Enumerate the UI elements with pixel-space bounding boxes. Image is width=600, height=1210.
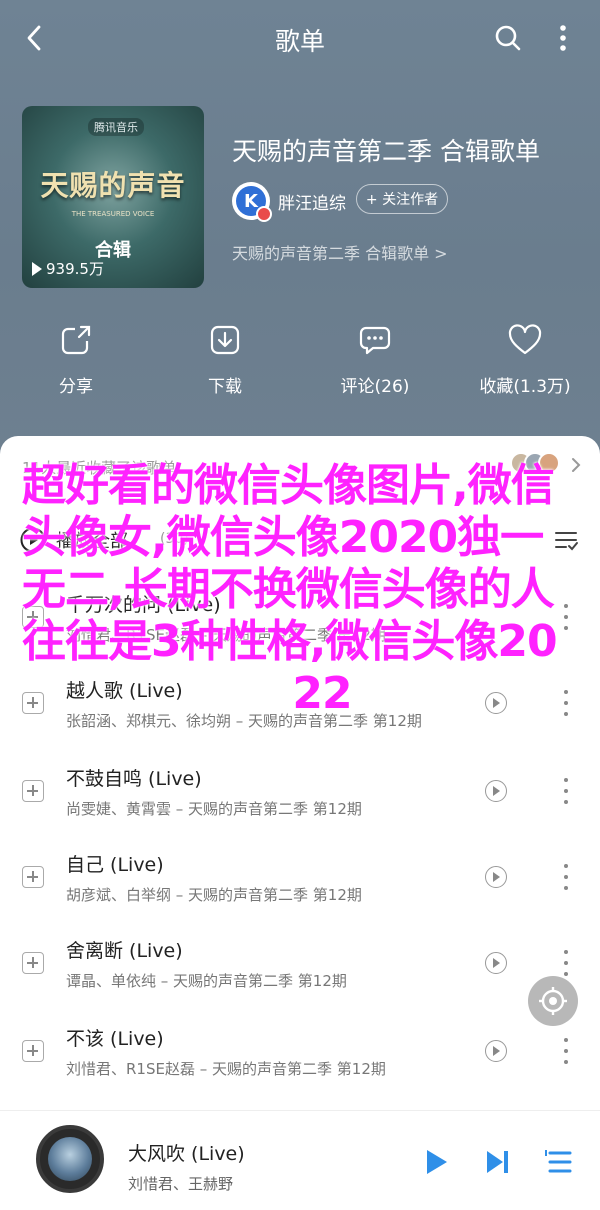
mv-play-icon[interactable] [485, 1040, 507, 1062]
playlist-queue-icon[interactable] [544, 1147, 574, 1177]
download-icon [205, 320, 245, 360]
next-track-icon[interactable] [482, 1147, 512, 1177]
heart-icon [505, 320, 545, 360]
add-to-playlist-icon[interactable] [22, 866, 44, 888]
overlay-text: 超好看的微信头像图片,微信头像女,微信头像2020独一无二,长期不换微信头像的人… [22, 460, 558, 667]
add-to-playlist-icon[interactable] [22, 952, 44, 974]
target-icon [539, 987, 567, 1015]
list-item[interactable]: 不该 (Live) 刘惜君、R1SE赵磊 – 天赐的声音第二季 第12期 [0, 1010, 600, 1096]
comment-label: 评论(26) [340, 377, 410, 397]
author-avatar[interactable]: K [232, 182, 272, 222]
song-title: 自己 (Live) [66, 854, 164, 876]
mv-play-icon[interactable] [485, 952, 507, 974]
more-options-icon[interactable] [562, 864, 570, 890]
search-button[interactable] [490, 20, 526, 56]
top-bar: 歌单 [0, 0, 600, 80]
watermark-overlay-text: 超好看的微信头像图片,微信头像女,微信头像2020独一无二,长期不换微信头像的人… [22, 460, 582, 720]
locate-current-song-button[interactable] [528, 976, 578, 1026]
now-playing-title: 大风吹 (Live) [128, 1143, 245, 1165]
follow-author-button[interactable]: + 关注作者 [356, 184, 448, 214]
play-count-icon [32, 261, 42, 276]
song-title: 不鼓自鸣 (Live) [66, 768, 202, 790]
playlist-description[interactable]: 天赐的声音第二季 合辑歌单 > [232, 240, 448, 264]
share-button[interactable]: 分享 [26, 320, 126, 397]
more-vertical-icon [560, 25, 566, 51]
download-label: 下载 [208, 377, 242, 397]
album-disc[interactable] [36, 1125, 104, 1193]
song-artist: 胡彦斌、白举纲 – 天赐的声音第二季 第12期 [66, 886, 362, 904]
more-options-icon[interactable] [562, 778, 570, 804]
playlist-cover[interactable]: 腾讯音乐 天赐的声音 THE TREASURED VOICE 合辑 939.5万 [22, 106, 204, 288]
action-bar: 分享 下载 评论(26) 收藏(1.3万) [0, 320, 600, 400]
comment-button[interactable]: 评论(26) [325, 320, 425, 397]
share-label: 分享 [59, 377, 93, 397]
download-button[interactable]: 下载 [175, 320, 275, 397]
now-playing-artist: 刘惜君、王赫野 [128, 1175, 234, 1193]
playlist-title: 天赐的声音第二季 合辑歌单 [232, 137, 540, 166]
more-button[interactable] [548, 20, 578, 56]
comment-icon [355, 320, 395, 360]
mv-play-icon[interactable] [485, 780, 507, 802]
play-count: 939.5万 [32, 258, 104, 279]
more-options-icon[interactable] [562, 950, 570, 976]
song-artist: 刘惜君、R1SE赵磊 – 天赐的声音第二季 第12期 [66, 1060, 386, 1078]
list-item[interactable]: 自己 (Live) 胡彦斌、白举纲 – 天赐的声音第二季 第12期 [0, 836, 600, 922]
cover-logo: 腾讯音乐 [88, 118, 144, 136]
verified-badge-icon [256, 206, 272, 222]
add-to-playlist-icon[interactable] [22, 780, 44, 802]
play-count-value: 939.5万 [46, 260, 104, 278]
more-options-icon[interactable] [562, 1038, 570, 1064]
list-item[interactable]: 不鼓自鸣 (Live) 尚雯婕、黄霄雲 – 天赐的声音第二季 第12期 [0, 750, 600, 836]
mv-play-icon[interactable] [485, 866, 507, 888]
list-item[interactable]: 舍离断 (Live) 谭晶、单依纯 – 天赐的声音第二季 第12期 [0, 922, 600, 1008]
share-icon [56, 320, 96, 360]
song-artist: 谭晶、单依纯 – 天赐的声音第二季 第12期 [66, 972, 347, 990]
mini-player[interactable]: 大风吹 (Live) 刘惜君、王赫野 [0, 1110, 600, 1210]
album-art [48, 1137, 92, 1181]
favorite-label: 收藏(1.3万) [479, 377, 571, 397]
play-icon[interactable] [420, 1147, 450, 1177]
search-icon [495, 25, 521, 51]
song-artist: 尚雯婕、黄霄雲 – 天赐的声音第二季 第12期 [66, 800, 362, 818]
song-title: 舍离断 (Live) [66, 940, 183, 962]
author-name[interactable]: 胖汪追综 [278, 189, 346, 214]
favorite-button[interactable]: 收藏(1.3万) [475, 320, 575, 397]
add-to-playlist-icon[interactable] [22, 1040, 44, 1062]
cover-main-text: 天赐的声音 [40, 169, 186, 202]
song-title: 不该 (Live) [66, 1028, 164, 1050]
cover-subtitle: THE TREASURED VOICE [71, 210, 155, 218]
overlay-text-tail: 22 [292, 668, 352, 719]
